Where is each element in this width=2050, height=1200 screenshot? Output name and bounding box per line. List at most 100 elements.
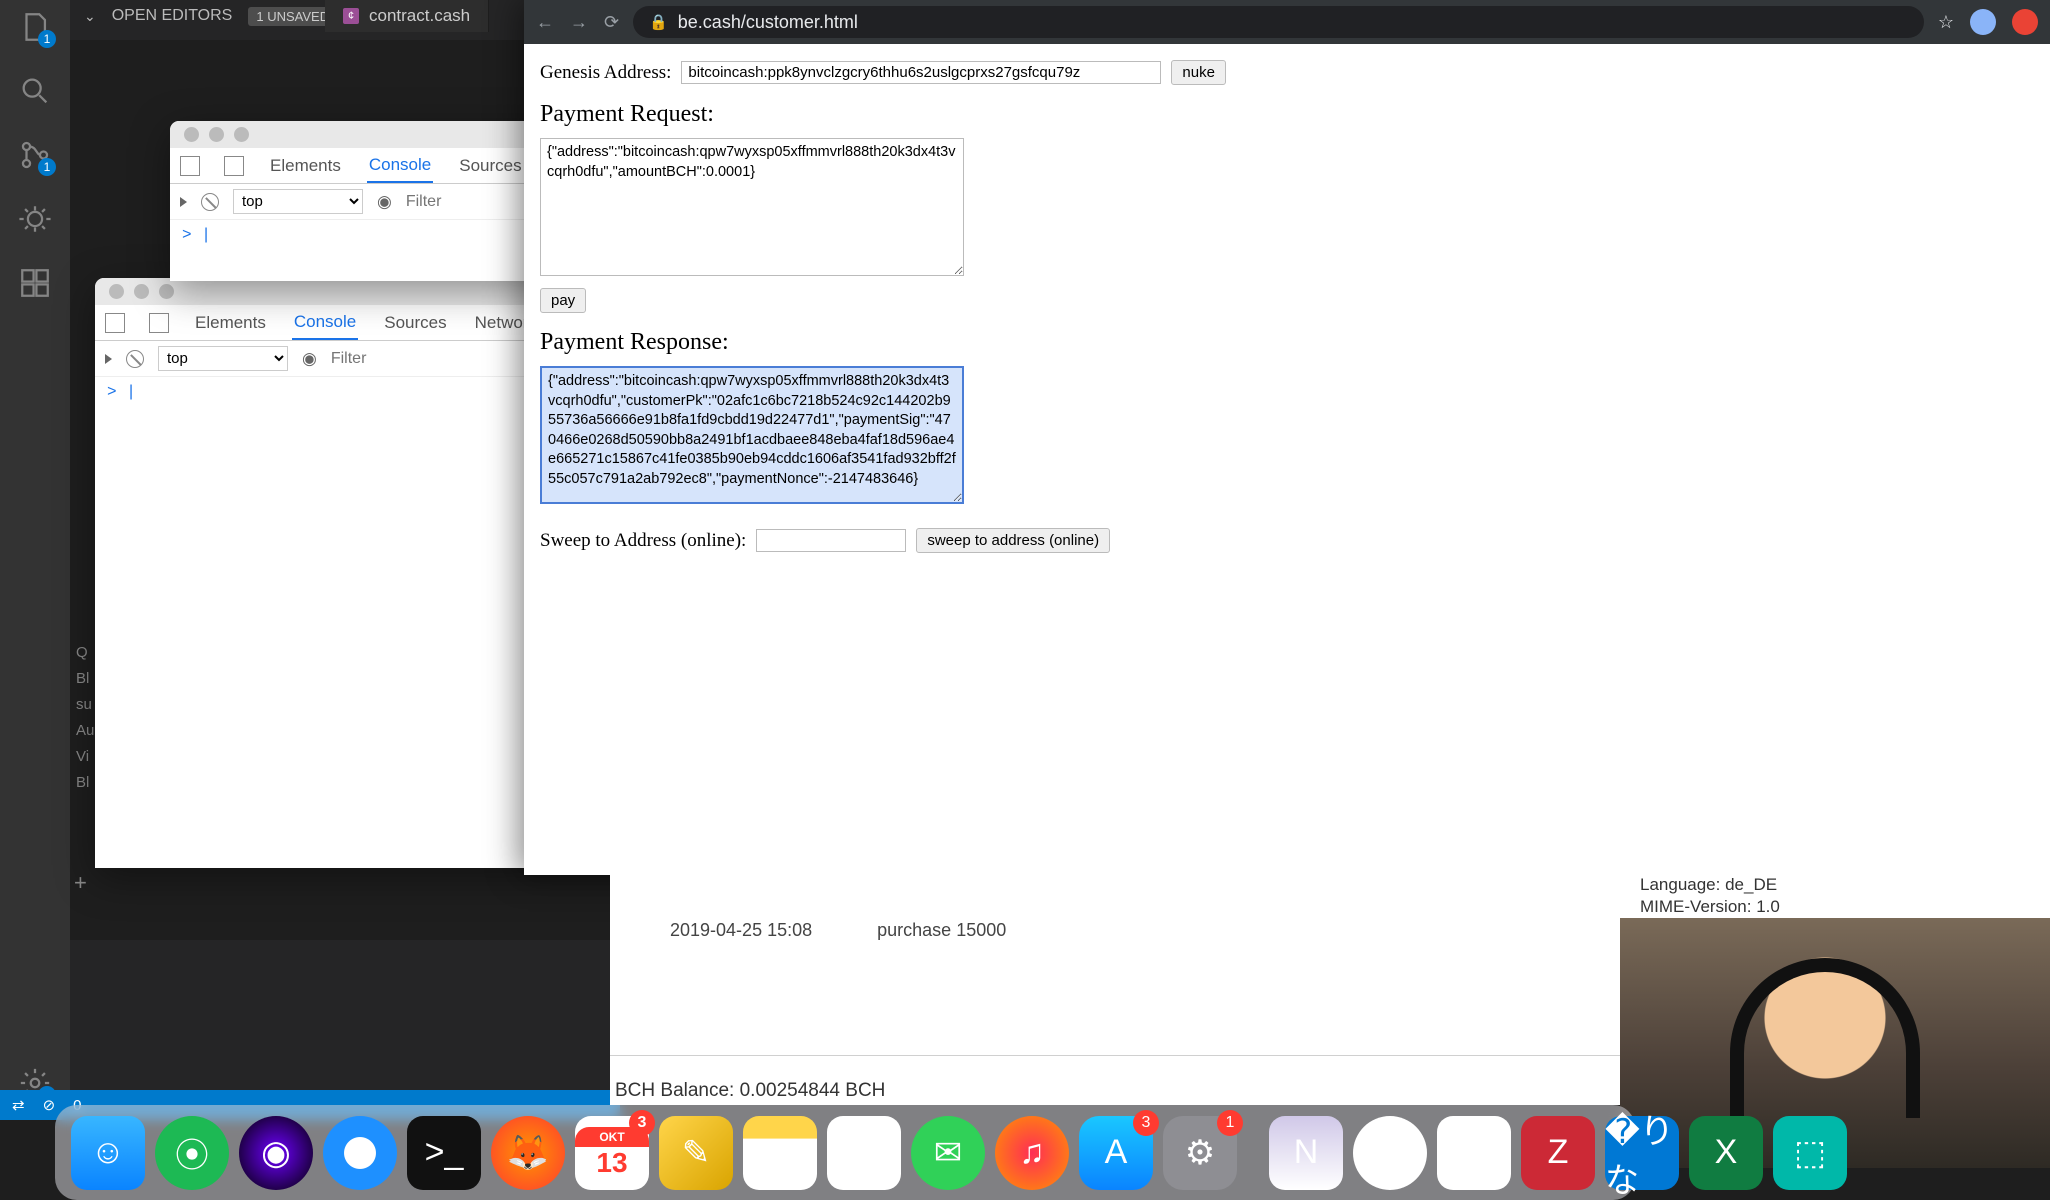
genesis-input[interactable] [681,61,1161,84]
genesis-label: Genesis Address: [540,62,671,84]
min-dot[interactable] [209,127,224,142]
tab-elements[interactable]: Elements [268,150,343,182]
source-control-icon[interactable]: 1 [18,138,52,172]
filter-input[interactable] [406,193,526,211]
file-icon: ¢ [343,8,359,24]
settings-app[interactable]: ⚙1 [1163,1116,1237,1190]
sweep-input[interactable] [756,529,906,552]
profile-avatar[interactable] [1970,9,1996,35]
forward-icon[interactable]: → [570,12,588,33]
inspect-icon[interactable] [105,313,125,333]
appstore-badge: 3 [1133,1110,1159,1136]
firefox-app[interactable]: 🦊 [491,1116,565,1190]
eye-icon[interactable]: ◉ [377,192,392,212]
itunes-app[interactable]: ♫ [995,1116,1069,1190]
tab-contract[interactable]: ¢ contract.cash [325,0,489,32]
payment-request-textarea[interactable]: {"address":"bitcoincash:qpw7wyxsp05xffmm… [540,138,964,276]
expand-icon[interactable] [180,197,187,207]
onenote-app[interactable]: N [1269,1116,1343,1190]
payment-response-heading: Payment Response: [540,329,2034,356]
filter-input[interactable] [331,350,451,368]
close-dot[interactable] [184,127,199,142]
finder-app[interactable]: ☺ [71,1116,145,1190]
errors-icon[interactable]: ⊘ [43,1096,56,1114]
calendar-day: 13 [596,1147,627,1179]
scm-badge: 1 [38,158,56,176]
debug-icon[interactable] [18,202,52,236]
back-icon[interactable]: ← [536,12,554,33]
chevron-down-icon: ⌄ [84,8,96,25]
expand-icon[interactable] [105,354,112,364]
search-icon[interactable] [18,74,52,108]
dock: ☺ ⦿ ◉ ✦ >_ 🦊 OKT 13 3 ✎ ✎ ✿ ✉ ♫ A3 ⚙1 N … [55,1105,1635,1200]
photos-app[interactable]: ✿ [827,1116,901,1190]
inspect-icon[interactable] [180,156,200,176]
lang-line: Language: de_DE [1640,874,2030,896]
divider [610,1055,1620,1056]
mime-line: MIME-Version: 1.0 [1640,896,2030,918]
chrome-app[interactable]: ◯ [1353,1116,1427,1190]
profile-avatar-2[interactable] [2012,9,2038,35]
tab-sources[interactable]: Sources [382,307,448,339]
unsaved-badge: 1 UNSAVED [248,7,337,26]
tab-label: contract.cash [369,6,470,26]
analytics-app[interactable]: ▮▮ [1437,1116,1511,1190]
open-editors-label: OPEN EDITORS [112,7,233,25]
remote-icon[interactable]: ⇄ [12,1096,25,1114]
notes-app[interactable]: ✎ [743,1116,817,1190]
chrome-toolbar: ← → ⟳ 🔒 be.cash/customer.html ☆ [524,0,2050,44]
tab-console[interactable]: Console [292,306,358,340]
url-text: be.cash/customer.html [678,12,858,33]
eye-icon[interactable]: ◉ [302,349,317,369]
min-dot[interactable] [134,284,149,299]
bg-timestamp: 2019-04-25 15:08 [670,920,812,940]
sweep-button[interactable]: sweep to address (online) [916,528,1110,553]
files-icon[interactable]: 1 [18,10,52,44]
tab-elements[interactable]: Elements [193,307,268,339]
activity-bar: 1 1 1 [0,0,70,1120]
nuke-button[interactable]: nuke [1171,60,1226,85]
max-dot[interactable] [234,127,249,142]
tab-console[interactable]: Console [367,149,433,183]
pay-button[interactable]: pay [540,288,586,313]
excel-app[interactable]: X [1689,1116,1763,1190]
vscode-app[interactable]: �りな [1605,1116,1679,1190]
bch-balance: BCH Balance: 0.00254844 BCH [615,1080,885,1102]
add-icon[interactable]: + [74,870,87,896]
safari-app[interactable]: ✦ [323,1116,397,1190]
payment-request-heading: Payment Request: [540,101,2034,128]
clear-icon[interactable] [201,193,219,211]
terminal-app[interactable]: >_ [407,1116,481,1190]
siri-app[interactable]: ◉ [239,1116,313,1190]
background-app-right: Language: de_DE MIME-Version: 1.0 [1620,868,2050,918]
nav-buttons: ← → ⟳ [536,12,619,33]
omnibox[interactable]: 🔒 be.cash/customer.html [633,6,1924,38]
payment-response-textarea[interactable]: {"address":"bitcoincash:qpw7wyxsp05xffmm… [540,366,964,504]
calendar-badge: 3 [629,1110,655,1136]
spotify-app[interactable]: ⦿ [155,1116,229,1190]
close-dot[interactable] [109,284,124,299]
appstore-app[interactable]: A3 [1079,1116,1153,1190]
teal-app[interactable]: ⬚ [1773,1116,1847,1190]
background-app-left: 2019-04-25 15:08 purchase 15000 BCH Bala… [610,875,1620,1105]
max-dot[interactable] [159,284,174,299]
clear-icon[interactable] [126,350,144,368]
device-icon[interactable] [224,156,244,176]
device-icon[interactable] [149,313,169,333]
settings-badge: 1 [1217,1110,1243,1136]
chrome-window: ← → ⟳ 🔒 be.cash/customer.html ☆ Genesis … [524,0,2050,875]
context-select[interactable]: top [158,346,288,371]
calendar-app[interactable]: OKT 13 3 [575,1116,649,1190]
context-select[interactable]: top [233,189,363,214]
messages-app[interactable]: ✉ [911,1116,985,1190]
star-icon[interactable]: ☆ [1938,12,1954,33]
tab-sources[interactable]: Sources [457,150,523,182]
zotero-app[interactable]: Z [1521,1116,1595,1190]
extensions-icon[interactable] [18,266,52,300]
bg-action: purchase 15000 [877,920,1006,940]
stickies-app[interactable]: ✎ [659,1116,733,1190]
page-body: Genesis Address: nuke Payment Request: {… [524,44,2050,875]
sweep-label: Sweep to Address (online): [540,530,746,552]
reload-icon[interactable]: ⟳ [604,12,619,33]
lock-icon: 🔒 [649,13,668,31]
